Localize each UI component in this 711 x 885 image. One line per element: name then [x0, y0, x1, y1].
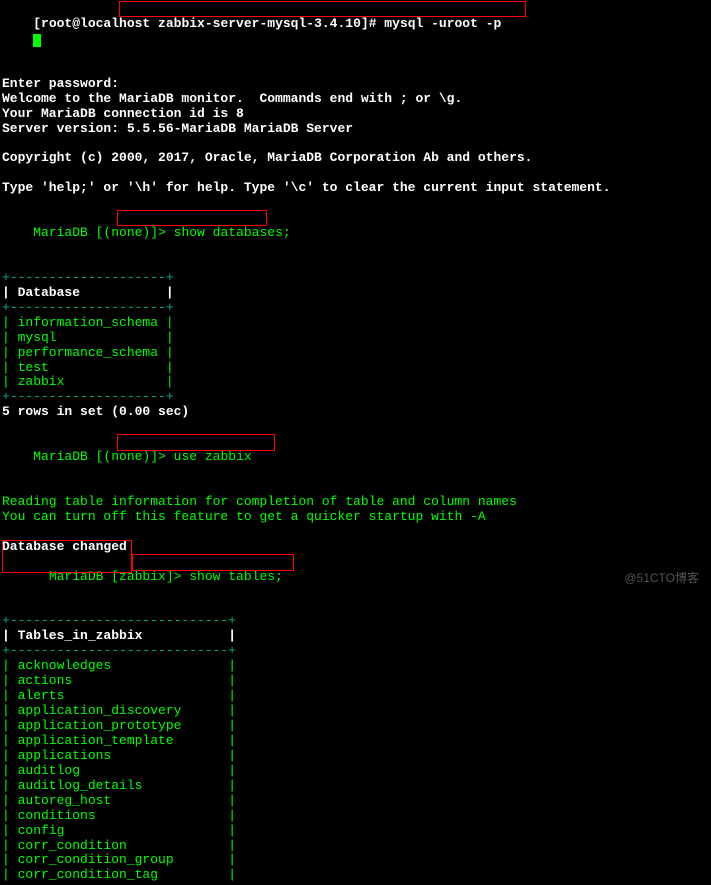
rows-in-set: 5 rows in set (0.00 sec): [2, 405, 709, 420]
shell-prompt-line[interactable]: [root@localhost zabbix-server-mysql-3.4.…: [2, 2, 709, 77]
table-row: | actions |: [2, 674, 709, 689]
show-databases-cmd: show databases;: [174, 225, 291, 240]
help-hint: Type 'help;' or '\h' for help. Type '\c'…: [2, 181, 709, 196]
table-row: | information_schema |: [2, 316, 709, 331]
table-row: | application_discovery |: [2, 704, 709, 719]
use-zabbix-cmd: use zabbix: [174, 449, 252, 464]
table-row: | test |: [2, 361, 709, 376]
connection-id: Your MariaDB connection id is 8: [2, 107, 709, 122]
mariadb-prompt-line[interactable]: MariaDB [(none)]> use zabbix: [2, 435, 709, 495]
highlight-box: [117, 210, 267, 226]
show-tables-cmd: show tables;: [189, 569, 283, 584]
table-row: | autoreg_host |: [2, 794, 709, 809]
copyright: Copyright (c) 2000, 2017, Oracle, MariaD…: [2, 151, 709, 166]
watermark-text: @51CTO博客: [624, 572, 699, 586]
table-border: +----------------------------+: [2, 644, 709, 659]
highlight-box: [2, 540, 132, 573]
mysql-login-cmd: mysql -uroot -p: [384, 16, 501, 31]
cursor-icon: [33, 34, 41, 47]
table-row: | config |: [2, 824, 709, 839]
table-row: | application_template |: [2, 734, 709, 749]
terminal-output: [root@localhost zabbix-server-mysql-3.4.…: [0, 0, 711, 885]
table-border: +--------------------+: [2, 390, 709, 405]
table-row: | alerts |: [2, 689, 709, 704]
table-row: | application_prototype |: [2, 719, 709, 734]
table-row: | zabbix |: [2, 375, 709, 390]
tables-header: | Tables_in_zabbix |: [2, 629, 709, 644]
mariadb-prompt-none: MariaDB [(none)]>: [33, 449, 173, 464]
table-row: | corr_condition |: [2, 839, 709, 854]
table-row: | auditlog_details |: [2, 779, 709, 794]
welcome-text: Welcome to the MariaDB monitor. Commands…: [2, 92, 709, 107]
turnoff-hint: You can turn off this feature to get a q…: [2, 510, 709, 525]
table-row: | corr_condition_group |: [2, 853, 709, 868]
table-row: | performance_schema |: [2, 346, 709, 361]
table-row: | conditions |: [2, 809, 709, 824]
enter-password: Enter password:: [2, 77, 709, 92]
highlight-box: [132, 554, 294, 571]
table-row: | acknowledges |: [2, 659, 709, 674]
highlight-box: [117, 434, 275, 451]
table-border: +----------------------------+: [2, 614, 709, 629]
server-version: Server version: 5.5.56-MariaDB MariaDB S…: [2, 122, 709, 137]
table-border: +--------------------+: [2, 301, 709, 316]
table-row: | corr_condition_tag |: [2, 868, 709, 883]
prompt-dir: zabbix-server-mysql-3.4.10: [158, 16, 361, 31]
prompt-user-host: [root@localhost: [33, 16, 158, 31]
table-row: | auditlog |: [2, 764, 709, 779]
table-border: +--------------------+: [2, 271, 709, 286]
db-header: | Database |: [2, 286, 709, 301]
highlight-box: [119, 1, 526, 17]
mariadb-prompt-none: MariaDB [(none)]>: [33, 225, 173, 240]
reading-info: Reading table information for completion…: [2, 495, 709, 510]
mariadb-prompt-line[interactable]: MariaDB [(none)]> show databases;: [2, 211, 709, 271]
table-row: | mysql |: [2, 331, 709, 346]
table-row: | applications |: [2, 749, 709, 764]
prompt-hash: ]#: [361, 16, 384, 31]
db-changed-block: Database changed MariaDB [zabbix]> show …: [2, 540, 709, 615]
